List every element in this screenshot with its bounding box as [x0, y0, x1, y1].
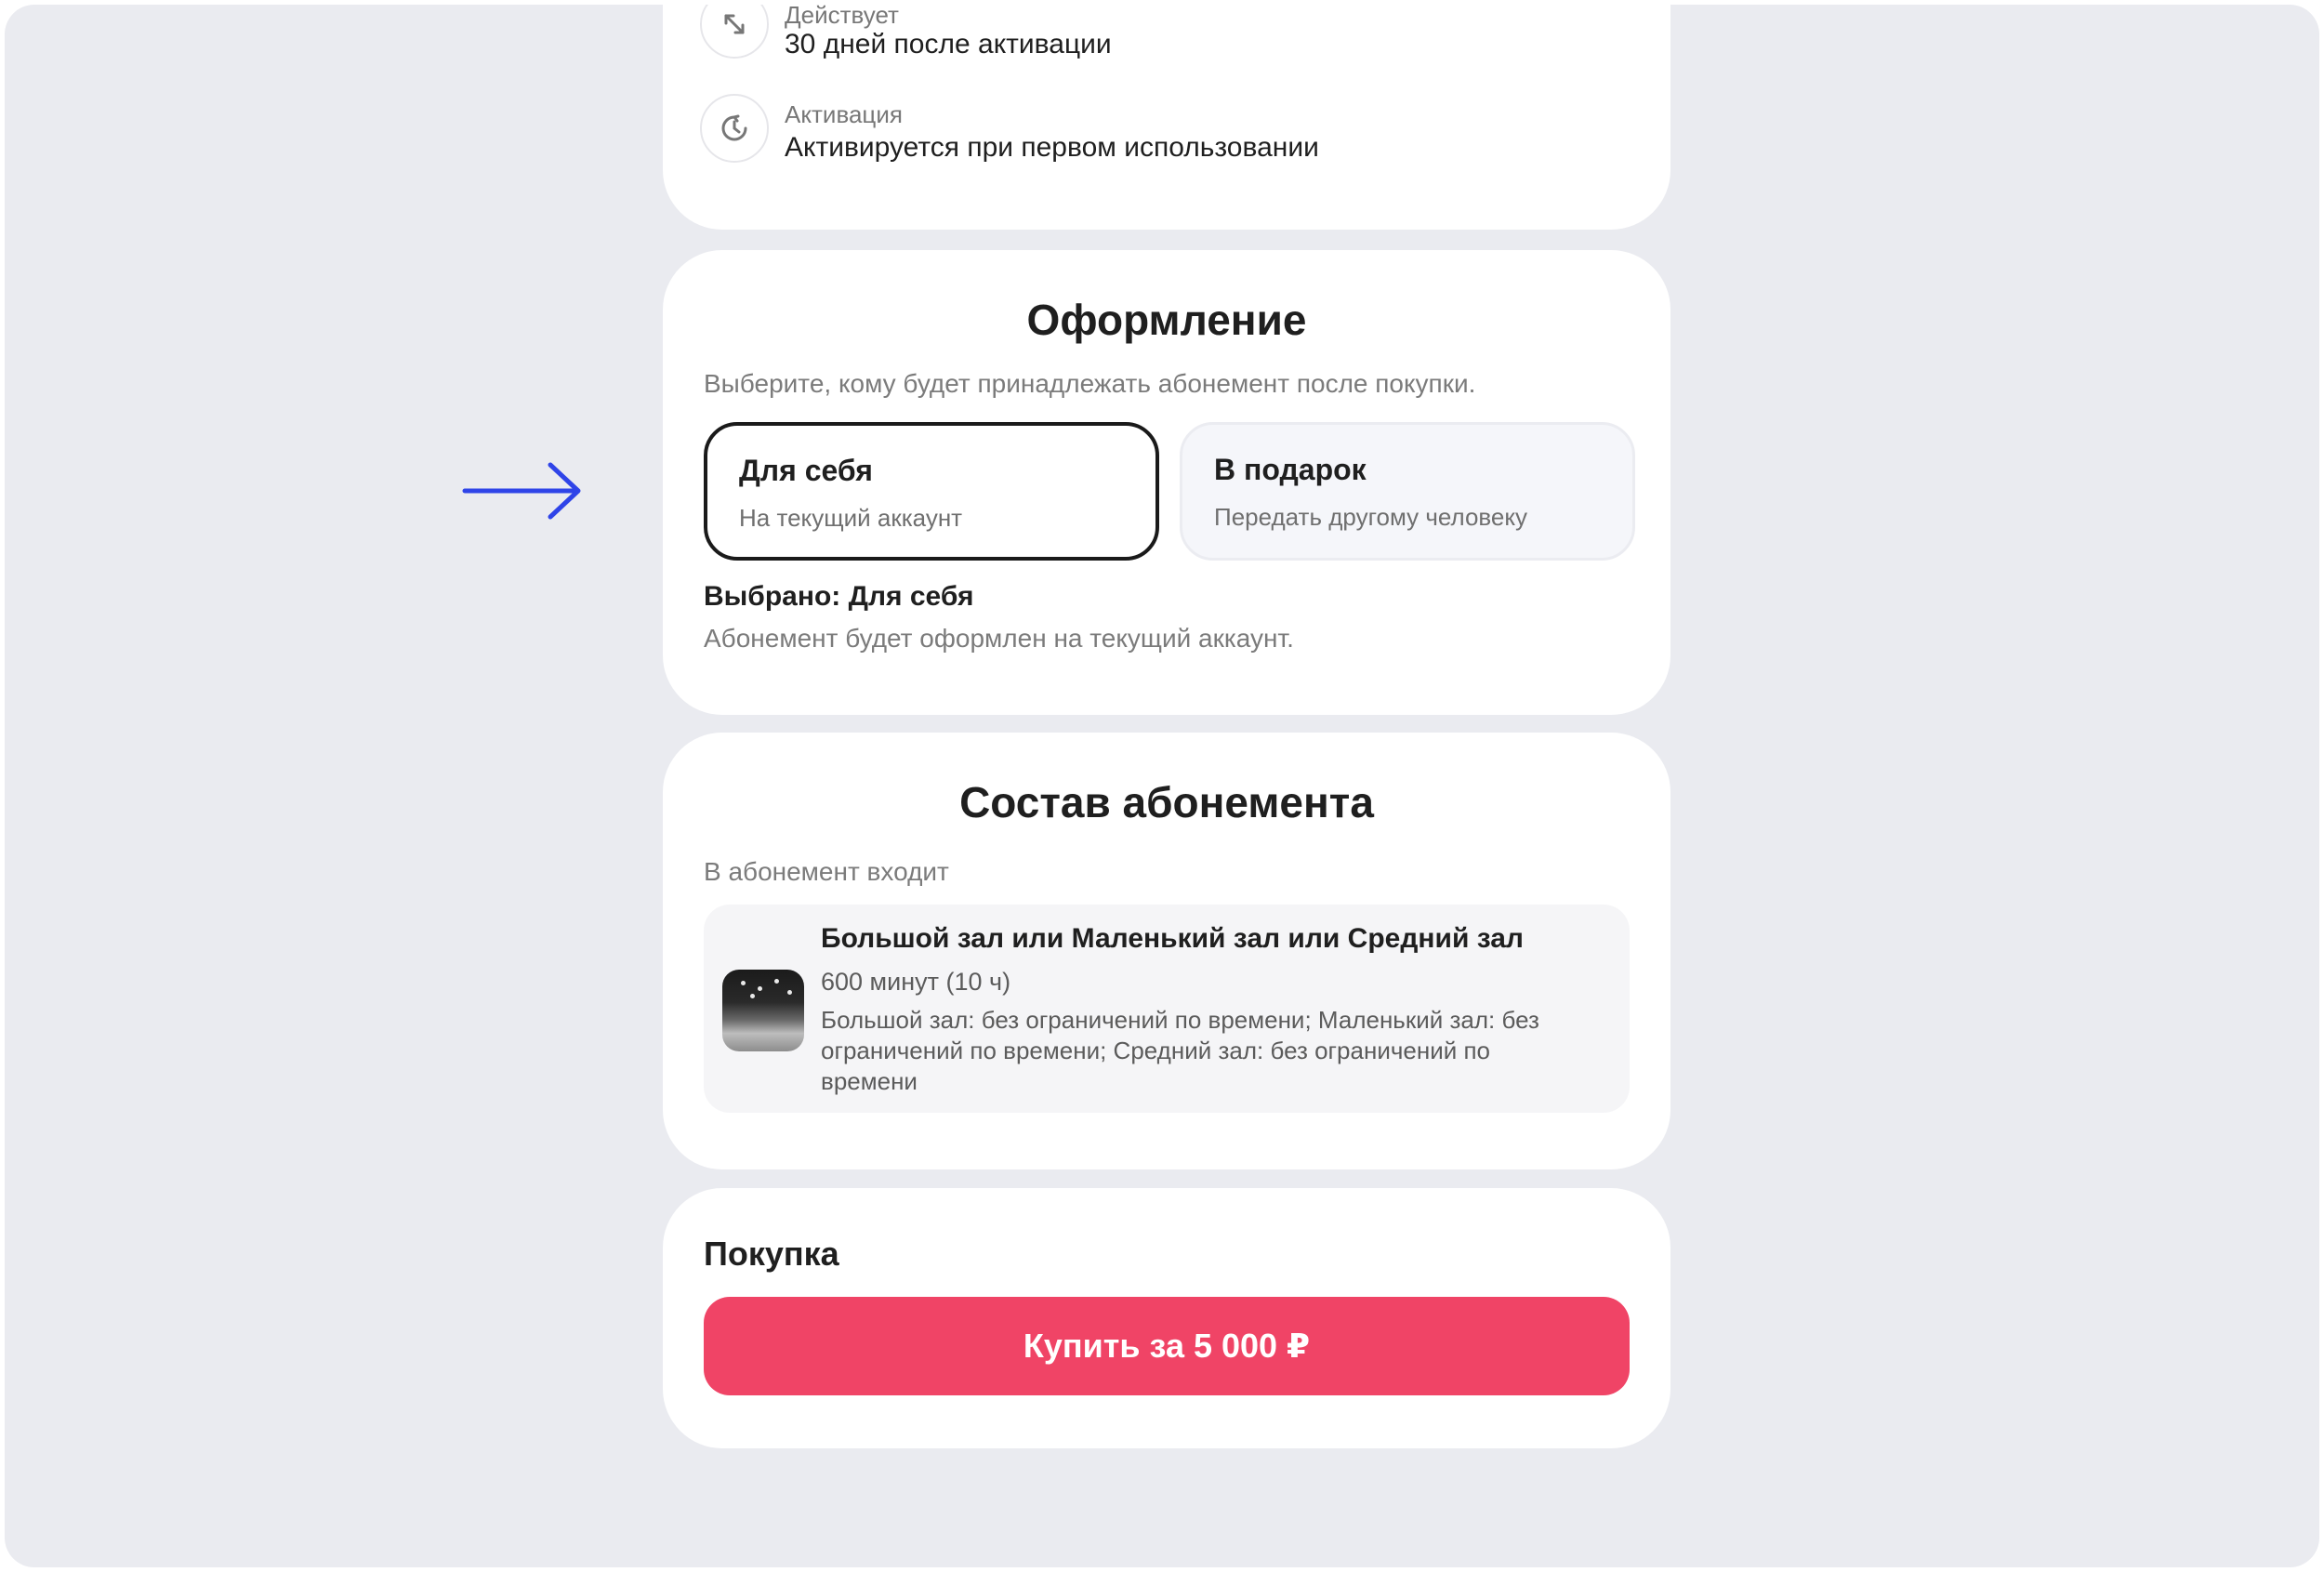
hall-thumbnail [722, 970, 804, 1051]
option-subtitle: Передать другому человеку [1214, 503, 1528, 531]
item-duration: 600 минут (10 ч) [821, 968, 1011, 996]
purchase-title: Покупка [704, 1235, 839, 1273]
registration-subtitle: Выберите, кому будет принадлежать абонем… [704, 369, 1476, 398]
purchase-card: Покупка Купить за 5 000 ₽ [663, 1188, 1670, 1448]
option-subtitle: На текущий аккаунт [739, 504, 963, 532]
validity-label: Действует [785, 5, 899, 29]
arrow-right-icon [462, 462, 581, 520]
registration-title: Оформление [1026, 296, 1307, 344]
activation-label: Активация [785, 100, 903, 128]
option-for-self[interactable]: Для себя На текущий аккаунт [704, 422, 1159, 561]
selected-status: Выбрано: Для себя [704, 581, 974, 612]
activation-value: Активируется при первом использовании [785, 132, 1319, 163]
page-background: Действует 30 дней после активации Актива… [5, 5, 2319, 1567]
item-description: Большой зал: без ограничений по времени;… [821, 1006, 1539, 1095]
includes-label: В абонемент входит [704, 857, 949, 886]
registration-card: Оформление Выберите, кому будет принадле… [663, 250, 1670, 715]
info-card: Действует 30 дней после активации Актива… [663, 5, 1670, 230]
item-title: Большой зал или Маленький зал или Средни… [821, 923, 1524, 954]
validity-value: 30 дней после активации [785, 29, 1112, 59]
option-title: Для себя [739, 454, 873, 487]
option-gift[interactable]: В подарок Передать другому человеку [1180, 422, 1635, 561]
expand-arrows-icon [700, 5, 769, 59]
subscription-item: Большой зал или Маленький зал или Средни… [704, 905, 1630, 1113]
composition-card: Состав абонемента В абонемент входит Бол… [663, 733, 1670, 1169]
option-title: В подарок [1214, 453, 1367, 486]
buy-button[interactable]: Купить за 5 000 ₽ [704, 1297, 1630, 1395]
selected-description: Абонемент будет оформлен на текущий акка… [704, 624, 1294, 653]
composition-title: Состав абонемента [959, 778, 1374, 826]
clock-refresh-icon [700, 94, 769, 163]
